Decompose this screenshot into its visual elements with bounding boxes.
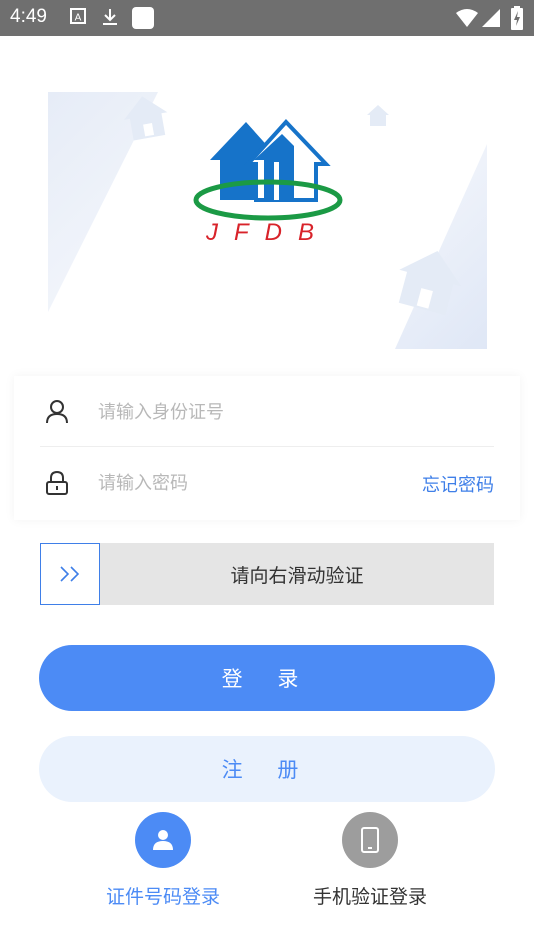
id-login-option[interactable]: 证件号码登录: [73, 812, 253, 909]
download-icon: [102, 8, 118, 30]
hero-banner: JFDB: [0, 36, 534, 366]
logo-text: JFDB: [205, 219, 330, 246]
password-input[interactable]: [96, 465, 400, 501]
slide-verify-track[interactable]: 请向右滑动验证: [40, 543, 494, 605]
signal-icon: [482, 9, 500, 31]
phone-login-label: 手机验证登录: [312, 886, 427, 908]
id-number-row: [40, 376, 494, 447]
app-notification-icon: [132, 7, 154, 33]
id-login-label: 证件号码登录: [105, 886, 220, 908]
user-outline-icon: [46, 400, 68, 424]
house-decoration-icon: [392, 242, 468, 320]
svg-text:A: A: [75, 13, 82, 24]
status-time: 4:49: [10, 6, 47, 27]
login-form: 忘记密码: [14, 376, 520, 520]
slide-verify-text: 请向右滑动验证: [230, 565, 364, 587]
id-number-input[interactable]: [96, 394, 400, 430]
phone-icon: [342, 812, 398, 868]
slide-verify-handle[interactable]: [40, 543, 100, 605]
jfdb-logo: JFDB: [190, 116, 346, 250]
wifi-icon: [456, 9, 478, 31]
user-icon: [135, 812, 191, 868]
phone-login-option[interactable]: 手机验证登录: [280, 812, 460, 909]
double-chevron-right-icon: [58, 564, 82, 588]
login-button[interactable]: 登 录: [39, 645, 495, 711]
register-button[interactable]: 注 册: [39, 736, 495, 802]
house-decoration-icon: [118, 90, 174, 146]
status-bar: 4:49 A: [0, 0, 534, 36]
forgot-password-link[interactable]: 忘记密码: [422, 471, 494, 497]
house-decoration-icon: [364, 102, 392, 132]
a-notification-icon: A: [70, 8, 86, 28]
lock-icon: [46, 470, 68, 495]
password-row: 忘记密码: [40, 447, 494, 517]
battery-icon: [511, 6, 523, 34]
